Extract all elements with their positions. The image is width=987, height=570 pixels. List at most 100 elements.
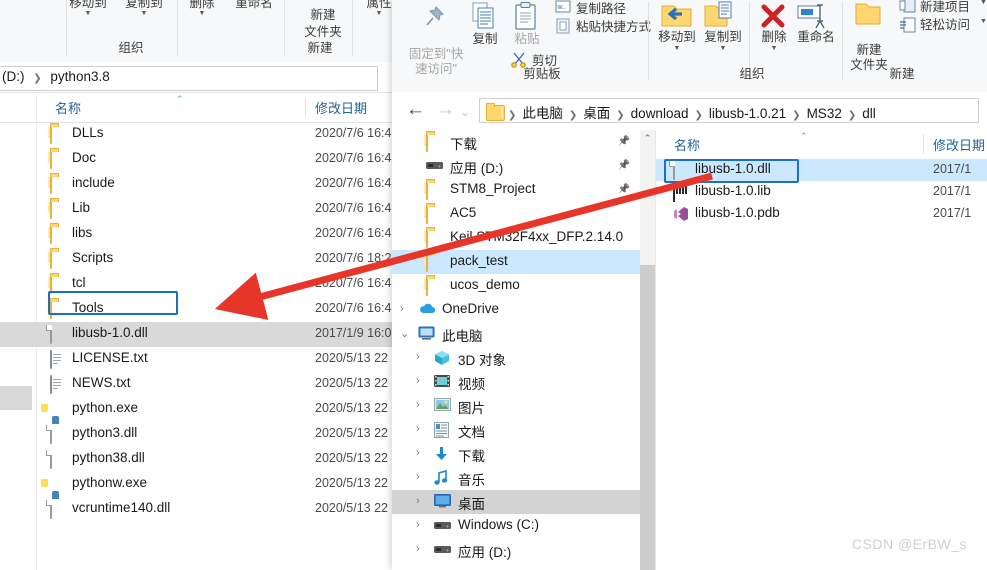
chevron-down-icon[interactable]: ⌄ [400,327,409,340]
nav-pane-scrollbar[interactable]: ⌃ [640,130,655,570]
table-row[interactable]: pythonw.exe 2020/5/13 22 [0,472,392,499]
paste-button[interactable]: 粘贴 [506,32,548,47]
scroll-up-icon[interactable]: ⌃ [640,130,655,146]
background-explorer-window[interactable]: 移动到 ▼ 复制到 ▼ 删除 ▼ 重命名 新建 文件夹 属性 ▼ 组织 新建 (… [0,0,392,570]
nav-tree-item[interactable]: › Windows (C:) [392,514,640,538]
file-date: 2020/5/13 22 [315,451,388,465]
table-row[interactable]: libs 2020/7/6 16:4 [0,222,392,247]
delete-button[interactable]: 删除 ▼ [754,30,794,53]
navigation-pane[interactable]: 下载 📌 应用 (D:) 📌 STM8_Project 📌 AC5 Keil.STM32F4x… [392,130,640,570]
paste-shortcut-label[interactable]: 粘贴快捷方式 [576,16,651,35]
nav-tree-item[interactable]: STM8_Project 📌 [392,178,640,202]
copy-button[interactable]: 复制 [464,32,506,47]
breadcrumb-segment-folder[interactable]: python3.8 [50,69,109,84]
ribbon-button-new-folder[interactable]: 新建 文件夹 [293,0,353,41]
table-row[interactable]: NEWS.txt 2020/5/13 22 [0,372,392,397]
chevron-right-icon[interactable]: › [416,471,420,483]
column-header-date[interactable]: 修改日期 [933,135,985,154]
breadcrumb-segment[interactable]: dll [862,106,876,121]
column-header-name[interactable]: 名称 [674,135,700,154]
pin-icon[interactable]: 📌 [618,136,630,147]
ribbon-button-properties[interactable]: 属性 ▼ [356,0,392,18]
ribbon-button-rename[interactable]: 重命名 [228,0,280,11]
breadcrumb-segment[interactable]: 桌面 [583,106,610,121]
forward-button[interactable]: → [436,100,455,120]
table-row[interactable]: python.exe 2020/5/13 22 [0,397,392,424]
table-row[interactable]: DLLs 2020/7/6 16:4 [0,122,392,147]
recent-locations-button[interactable]: ⌄ [460,102,470,122]
table-row[interactable]: libusb-1.0.dll 2017/1 [656,159,987,181]
move-to-button[interactable]: 移动到 ▼ [654,30,700,53]
table-row[interactable]: python3.dll 2020/5/13 22 [0,422,392,447]
nav-tree-item[interactable]: › 视频 [392,370,640,394]
nav-tree-item[interactable]: › 音乐 [392,466,640,490]
foreground-explorer-window[interactable]: 固定到"快 速访问" 复制 粘贴 w.. 复制路径 粘贴快捷方式 剪切 剪贴板 [392,0,987,570]
nav-tree-item[interactable]: 应用 (D:) 📌 [392,154,640,178]
table-row[interactable]: libusb-1.0.dll 2017/1/9 16:0 [0,322,392,347]
rename-button[interactable]: 重命名 [792,30,840,45]
table-row[interactable]: include 2020/7/6 16:4 [0,172,392,197]
chevron-right-icon[interactable]: › [416,495,420,507]
table-row[interactable]: Scripts 2020/7/6 18:2 [0,247,392,272]
ribbon-button-delete[interactable]: 删除 ▼ [182,0,222,18]
chevron-down-icon[interactable]: ▼ [980,18,987,25]
chevron-down-icon[interactable]: ▼ [980,0,987,6]
chevron-right-icon[interactable]: › [416,351,420,363]
chevron-right-icon[interactable]: › [416,447,420,459]
nav-tree-item[interactable]: › 下载 [392,442,640,466]
chevron-right-icon[interactable]: › [416,543,420,555]
chevron-right-icon[interactable]: › [416,519,420,531]
right-file-list[interactable]: libusb-1.0.dll 2017/1 libusb-1.0.lib 2017/1… [656,159,987,225]
breadcrumb[interactable]: ❯ 此电脑 ❯ 桌面 ❯ download ❯ libusb-1.0.21 ❯ MS32 ❯ dll [502,102,876,122]
table-row[interactable]: libusb-1.0.pdb 2017/1 [656,203,987,225]
new-item-label[interactable]: 新建项目 [920,0,970,15]
left-file-list[interactable]: DLLs 2020/7/6 16:4 Doc 2020/7/6 16:4 include… [0,122,392,522]
column-header-date[interactable]: 修改日期 [315,98,367,117]
chevron-right-icon[interactable]: › [416,423,420,435]
nav-tree-item[interactable]: › OneDrive [392,298,640,322]
nav-tree-item[interactable]: pack_test [392,250,640,274]
breadcrumb-segment[interactable]: download [631,106,689,121]
pin-icon[interactable]: 📌 [618,184,630,195]
table-row[interactable]: Tools 2020/7/6 16:4 [0,297,392,322]
nav-tree-item[interactable]: › 文档 [392,418,640,442]
nav-tree-item[interactable]: ucos_demo [392,274,640,298]
copy-to-button[interactable]: 复制到 ▼ [700,30,746,53]
table-row[interactable]: tcl 2020/7/6 16:4 [0,272,392,297]
copy-path-label[interactable]: 复制路径 [576,0,626,17]
breadcrumb-segment-drive[interactable]: (D:) [2,69,25,84]
downloads-icon [434,446,449,467]
table-row[interactable]: libusb-1.0.lib 2017/1 [656,181,987,203]
nav-tree-item[interactable]: AC5 [392,202,640,226]
nav-tree-item[interactable]: › 桌面 [392,490,640,514]
nav-tree-item[interactable]: ⌄ 此电脑 [392,322,640,346]
nav-item-icon [426,229,428,248]
table-row[interactable]: LICENSE.txt 2020/5/13 22 [0,347,392,372]
scrollbar-thumb[interactable] [640,265,655,570]
pin-icon[interactable]: 📌 [618,160,630,171]
chevron-right-icon[interactable]: › [416,399,420,411]
breadcrumb-segment[interactable]: MS32 [807,106,842,121]
chevron-right-icon[interactable]: › [416,375,420,387]
breadcrumb-segment[interactable]: 此电脑 [522,106,563,121]
ribbon-group-label-organize: 组织 [739,67,765,81]
nav-tree-item[interactable]: › 图片 [392,394,640,418]
chevron-right-icon[interactable]: › [400,303,404,315]
table-row[interactable]: vcruntime140.dll 2020/5/13 22 [0,497,392,522]
ribbon-button-copy-to[interactable]: 复制到 ▼ [118,0,170,18]
table-row[interactable]: python38.dll 2020/5/13 22 [0,447,392,472]
nav-tree-item[interactable]: › 应用 (D:) [392,538,640,562]
back-button[interactable]: ← [406,100,425,120]
nav-tree-item[interactable]: 下载 📌 [392,130,640,154]
easy-access-label[interactable]: 轻松访问 [920,14,970,33]
table-row[interactable]: Lib 2020/7/6 16:4 [0,197,392,222]
nav-tree-item[interactable]: Keil.STM32F4xx_DFP.2.14.0 [392,226,640,250]
column-header-name[interactable]: 名称 [55,98,81,117]
breadcrumb-segment[interactable]: libusb-1.0.21 [709,106,786,121]
file-date: 2020/7/6 16:4 [315,301,392,315]
table-row[interactable]: Doc 2020/7/6 16:4 [0,147,392,172]
nav-tree-item[interactable]: › 3D 对象 [392,346,640,370]
ribbon-button-move-to[interactable]: 移动到 ▼ [62,0,114,18]
left-breadcrumb[interactable]: (D:) ❯ python3.8 [2,66,110,90]
pin-to-quick-access-button[interactable]: 固定到"快 速访问" [402,32,470,77]
